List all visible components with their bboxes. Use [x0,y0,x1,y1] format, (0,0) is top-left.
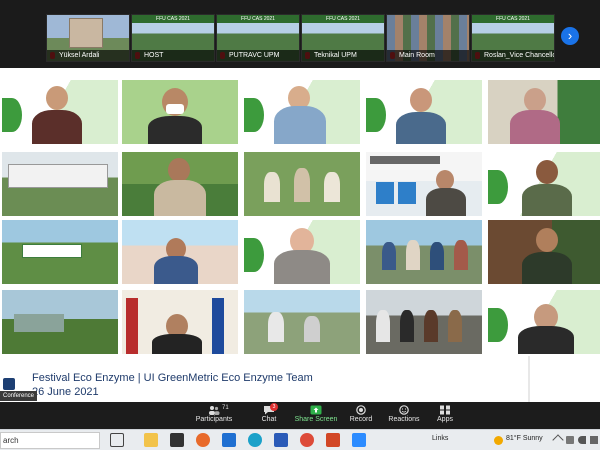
network-icon[interactable] [566,436,574,444]
file-explorer-icon[interactable] [144,433,158,447]
participant-name: HOST [132,50,214,61]
apps-icon [440,405,450,415]
weather-desc: Sunny [522,435,543,442]
slide-caption: Festival Eco Enzyme | UI GreenMetric Eco… [0,360,600,404]
record-button[interactable]: Record [346,402,376,429]
conference-tag: Conference [0,391,38,401]
chevron-up-icon[interactable] [552,434,564,446]
battery-icon[interactable] [590,436,598,444]
video-tile[interactable] [488,80,600,144]
share-screen-label: Share Screen [294,416,338,423]
speaker-strip: Yüksel Ardali FFU CAS 2021 HOST FFU CAS … [0,0,600,68]
share-screen-button[interactable]: Share Screen [294,402,338,429]
windows-taskbar: arch Links 81°F Sunny [0,429,600,450]
strip-tile-main-room[interactable]: Main Room [386,14,470,62]
zoom-meeting-window: Yüksel Ardali FFU CAS 2021 HOST FFU CAS … [0,0,600,450]
participant-name: Yüksel Ardali [47,50,129,61]
event-banner: FFU CAS 2021 [472,15,554,23]
event-banner: FFU CAS 2021 [132,15,214,23]
video-tile[interactable] [244,290,360,354]
video-tile[interactable] [488,290,600,354]
taskbar-search-box[interactable]: arch [0,432,100,449]
apps-label: Apps [437,416,453,423]
reactions-label: Reactions [388,416,420,423]
links-toolbar[interactable]: Links [432,435,448,442]
participant-name: Teknikal UPM [302,50,384,61]
participant-name: PUTRAVC UPM [217,50,299,61]
video-tile[interactable] [122,220,238,284]
video-tile[interactable] [366,220,482,284]
video-tile[interactable] [122,80,238,144]
apps-button[interactable]: Apps [432,402,458,429]
record-icon [356,405,366,415]
powerpoint-icon[interactable] [326,433,340,447]
chevron-right-icon[interactable]: › [561,27,579,45]
video-tile[interactable] [2,220,118,284]
video-tile[interactable] [488,220,600,284]
record-label: Record [349,416,373,423]
participants-label: Participants [195,416,233,423]
participants-icon [209,406,220,415]
team-logo-icon [3,378,15,390]
chat-label: Chat [261,416,277,423]
store-icon[interactable] [170,433,184,447]
participant-name: Main Room [387,50,469,61]
share-screen-icon [310,405,322,415]
video-tile[interactable] [122,290,238,354]
mail-icon[interactable] [222,433,236,447]
reactions-icon [399,405,409,415]
video-tile[interactable] [2,80,118,144]
video-tile[interactable] [366,152,482,216]
event-banner: FFU CAS 2021 [217,15,299,23]
video-tile[interactable] [122,152,238,216]
slide-title: Festival Eco Enzyme | UI GreenMetric Eco… [32,372,313,384]
video-tile[interactable] [2,290,118,354]
chat-button[interactable]: Chat [254,402,284,429]
speaker-icon[interactable] [578,436,586,444]
video-tile[interactable] [244,152,360,216]
weather-temp: 81°F [506,435,521,442]
participant-name: Roslan_Vice Chancello... [472,50,554,61]
divider [528,356,530,402]
weather-widget[interactable]: 81°F Sunny [506,435,543,442]
video-tile[interactable] [366,80,482,144]
word-icon[interactable] [274,433,288,447]
event-banner: FFU CAS 2021 [302,15,384,23]
strip-tile-putravc[interactable]: FFU CAS 2021 PUTRAVC UPM [216,14,300,62]
edge-icon[interactable] [248,433,262,447]
video-tile[interactable] [2,152,118,216]
video-tile[interactable] [244,220,360,284]
participants-count: 71 [222,405,229,411]
strip-tile-teknikal[interactable]: FFU CAS 2021 Teknikal UPM [301,14,385,62]
video-gallery [0,80,600,356]
meeting-toolbar: Participants 71 Chat 3 Share Screen Reco… [0,402,600,429]
video-tile[interactable] [488,152,600,216]
task-view-icon[interactable] [110,433,124,447]
reactions-button[interactable]: Reactions [386,402,422,429]
zoom-icon[interactable] [352,433,366,447]
chat-badge: 3 [270,403,278,411]
strip-tile-host[interactable]: FFU CAS 2021 HOST [131,14,215,62]
chrome-icon[interactable] [300,433,314,447]
strip-tile-roslan[interactable]: FFU CAS 2021 Roslan_Vice Chancello... [471,14,555,62]
sun-icon [494,436,503,445]
slide-date: 26 June 2021 [32,386,99,398]
strip-tile-yuksel[interactable]: Yüksel Ardali [46,14,130,62]
firefox-icon[interactable] [196,433,210,447]
video-tile[interactable] [244,80,360,144]
video-tile[interactable] [366,290,482,354]
